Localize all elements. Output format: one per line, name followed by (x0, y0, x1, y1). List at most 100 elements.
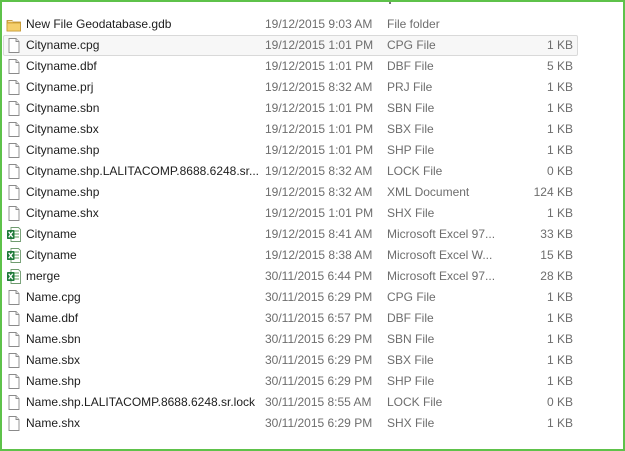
file-date-modified: 30/11/2015 6:29 PM (265, 332, 373, 346)
file-name: Name.sbx (26, 353, 81, 367)
document-icon (6, 37, 22, 54)
file-name: Cityname.shp (26, 143, 100, 157)
file-row[interactable]: Name.shp 30/11/2015 6:29 PM SHP File 1 KB (2, 371, 623, 392)
file-name: Name.shx (26, 416, 81, 430)
file-name: Cityname.shx (26, 206, 99, 220)
file-name: Cityname.cpg (26, 38, 100, 52)
file-type: DBF File (387, 311, 434, 325)
file-size: 5 KB (546, 59, 573, 73)
document-icon (6, 394, 22, 411)
document-icon (6, 184, 22, 201)
column-divider-mark (389, 2, 391, 4)
excel-icon (6, 268, 22, 285)
file-size: 1 KB (546, 101, 573, 115)
document-icon (6, 352, 22, 369)
file-row[interactable]: Name.sbx 30/11/2015 6:29 PM SBX File 1 KB (2, 350, 623, 371)
file-type: SBN File (387, 101, 435, 115)
file-row[interactable]: Cityname.sbx 19/12/2015 1:01 PM SBX File 1 … (2, 119, 623, 140)
file-size: 1 KB (546, 332, 573, 346)
document-icon (6, 142, 22, 159)
document-icon (6, 121, 22, 138)
document-icon (6, 205, 22, 222)
file-date-modified: 19/12/2015 8:32 AM (265, 80, 373, 94)
file-row[interactable]: New File Geodatabase.gdb 19/12/2015 9:03 … (2, 14, 623, 35)
file-size: 1 KB (546, 80, 573, 94)
file-date-modified: 19/12/2015 1:01 PM (265, 38, 374, 52)
file-size: 1 KB (546, 122, 573, 136)
file-size: 28 KB (540, 269, 573, 283)
file-date-modified: 30/11/2015 6:29 PM (265, 374, 373, 388)
file-type: File folder (387, 17, 440, 31)
file-date-modified: 30/11/2015 6:29 PM (265, 353, 373, 367)
document-icon (6, 58, 22, 75)
file-size: 0 KB (546, 164, 573, 178)
file-name: Name.cpg (26, 290, 81, 304)
file-row[interactable]: Cityname.dbf 19/12/2015 1:01 PM DBF File 5 … (2, 56, 623, 77)
file-name: Name.dbf (26, 311, 79, 325)
folder-icon (6, 16, 22, 33)
file-type: CPG File (387, 38, 436, 52)
file-name: merge (26, 269, 61, 283)
file-date-modified: 30/11/2015 6:29 PM (265, 416, 373, 430)
file-type: Microsoft Excel W... (387, 248, 493, 262)
file-name: Name.sbn (26, 332, 81, 346)
file-row[interactable]: Cityname.sbn 19/12/2015 1:01 PM SBN File 1 … (2, 98, 623, 119)
file-type: SHX File (387, 206, 435, 220)
file-row[interactable]: Cityname 19/12/2015 8:41 AM Microsoft Exce… (2, 224, 623, 245)
file-type: SBX File (387, 122, 434, 136)
file-size: 1 KB (546, 206, 573, 220)
file-type: PRJ File (387, 80, 433, 94)
document-icon (6, 310, 22, 327)
file-row[interactable]: Cityname.shp 19/12/2015 1:01 PM SHP File 1 … (2, 140, 623, 161)
file-list: New File Geodatabase.gdb 19/12/2015 9:03 … (2, 14, 623, 434)
file-name: Cityname.shp (26, 185, 100, 199)
file-type: CPG File (387, 290, 436, 304)
file-date-modified: 19/12/2015 1:01 PM (265, 143, 374, 157)
file-type: SBX File (387, 353, 434, 367)
file-size: 1 KB (546, 416, 573, 430)
file-type: SHX File (387, 416, 435, 430)
file-name: New File Geodatabase.gdb (26, 17, 172, 31)
file-size: 124 KB (533, 185, 573, 199)
file-row[interactable]: Name.shx 30/11/2015 6:29 PM SHX File 1 KB (2, 413, 623, 434)
file-name: Cityname (26, 227, 77, 241)
file-date-modified: 19/12/2015 8:38 AM (265, 248, 373, 262)
file-row[interactable]: Cityname 19/12/2015 8:38 AM Microsoft Exce… (2, 245, 623, 266)
file-type: SHP File (387, 374, 435, 388)
file-size: 1 KB (546, 353, 573, 367)
explorer-file-list-window: New File Geodatabase.gdb 19/12/2015 9:03 … (0, 0, 625, 451)
file-row[interactable]: Cityname.shx 19/12/2015 1:01 PM SHX File 1 … (2, 203, 623, 224)
document-icon (6, 79, 22, 96)
file-type: DBF File (387, 59, 434, 73)
file-size: 15 KB (540, 248, 573, 262)
file-row[interactable]: Cityname.prj 19/12/2015 8:32 AM PRJ File 1 … (2, 77, 623, 98)
file-date-modified: 30/11/2015 6:29 PM (265, 290, 373, 304)
file-size: 0 KB (546, 395, 573, 409)
file-name: Name.shp.LALITACOMP.8688.6248.sr.lock (26, 395, 256, 409)
file-type: Microsoft Excel 97... (387, 269, 496, 283)
file-row[interactable]: merge 30/11/2015 6:44 PM Microsoft Excel 9… (2, 266, 623, 287)
file-name: Cityname (26, 248, 77, 262)
file-date-modified: 19/12/2015 1:01 PM (265, 101, 374, 115)
file-row[interactable]: Cityname.shp 19/12/2015 8:32 AM XML Docume… (2, 182, 623, 203)
file-date-modified: 19/12/2015 1:01 PM (265, 122, 374, 136)
file-type: LOCK File (387, 164, 443, 178)
file-date-modified: 30/11/2015 6:44 PM (265, 269, 373, 283)
file-name: Cityname.sbx (26, 122, 99, 136)
file-date-modified: 19/12/2015 8:32 AM (265, 164, 373, 178)
excel-icon (6, 247, 22, 264)
file-date-modified: 19/12/2015 1:01 PM (265, 206, 374, 220)
file-row[interactable]: Cityname.cpg 19/12/2015 1:01 PM CPG File 1 … (2, 35, 623, 56)
file-type: Microsoft Excel 97... (387, 227, 496, 241)
file-row[interactable]: Name.dbf 30/11/2015 6:57 PM DBF File 1 KB (2, 308, 623, 329)
file-row[interactable]: Name.cpg 30/11/2015 6:29 PM CPG File 1 KB (2, 287, 623, 308)
file-row[interactable]: Name.shp.LALITACOMP.8688.6248.sr.lock 30/… (2, 392, 623, 413)
document-icon (6, 163, 22, 180)
file-size: 33 KB (540, 227, 573, 241)
file-row[interactable]: Cityname.shp.LALITACOMP.8688.6248.sr....… (2, 161, 623, 182)
file-name: Cityname.sbn (26, 101, 100, 115)
file-date-modified: 30/11/2015 6:57 PM (265, 311, 373, 325)
excel-icon (6, 226, 22, 243)
file-type: SBN File (387, 332, 435, 346)
file-row[interactable]: Name.sbn 30/11/2015 6:29 PM SBN File 1 KB (2, 329, 623, 350)
